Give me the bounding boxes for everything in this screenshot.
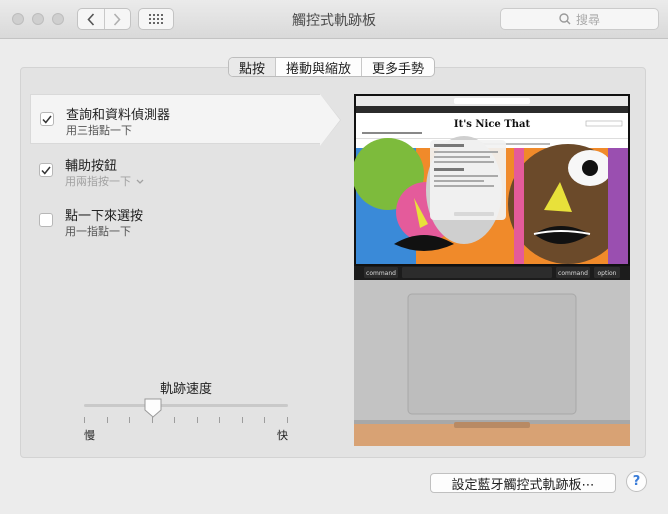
option-secondary-click[interactable]: 輔助按鈕 用兩指按一下 (30, 146, 320, 196)
title-bar: 觸控式軌跡板 搜尋 (0, 0, 668, 39)
slider-tick (197, 417, 198, 423)
search-field[interactable]: 搜尋 (500, 8, 659, 30)
tracking-speed-ticks (84, 417, 288, 423)
option-lookup-data-detectors[interactable]: 查詢和資料偵測器 用三指點一下 (30, 94, 320, 144)
setup-bluetooth-trackpad-button[interactable]: 設定藍牙觸控式軌跡板⋯ (430, 473, 616, 493)
search-icon (559, 13, 571, 25)
secondary-click-popup[interactable]: 用兩指按一下 (65, 173, 144, 189)
option-subtitle: 用一指點一下 (65, 223, 131, 239)
search-placeholder: 搜尋 (575, 12, 600, 27)
slider-tick (84, 417, 85, 423)
tracking-speed-label: 軌跡速度 (159, 382, 212, 397)
tracking-speed-thumb[interactable] (144, 398, 162, 418)
fast-label: 快 (277, 429, 288, 442)
lookup-checkbox[interactable] (40, 112, 54, 126)
slider-tick (242, 417, 243, 423)
option-tap-to-click[interactable]: 點一下來選按 用一指點一下 (30, 196, 320, 246)
checkmark-icon (42, 115, 52, 124)
option-subtitle-text: 用兩指按一下 (65, 175, 131, 188)
tap-to-click-checkbox[interactable] (39, 213, 53, 227)
chevron-down-icon (136, 179, 144, 184)
tab-bar: 點按 捲動與縮放 更多手勢 (228, 57, 436, 77)
option-subtitle-text: 用三指點一下 (66, 124, 132, 137)
option-subtitle-text: 用一指點一下 (65, 225, 131, 238)
slider-tick (129, 417, 130, 423)
selection-arrow (320, 94, 340, 146)
gesture-preview-image: It's Nice That command command option (354, 94, 630, 446)
slider-tick (219, 417, 220, 423)
slider-tick (107, 417, 108, 423)
option-title: 輔助按鈕 (65, 159, 118, 174)
tab-more-gestures[interactable]: 更多手勢 (361, 58, 434, 76)
option-key: option (598, 270, 617, 277)
tab-point-and-click[interactable]: 點按 (229, 58, 276, 76)
option-subtitle: 用三指點一下 (66, 122, 132, 138)
slider-tick (174, 417, 175, 423)
slider-tick (264, 417, 265, 423)
slow-label: 慢 (84, 429, 95, 442)
option-title: 查詢和資料偵測器 (66, 108, 171, 123)
preview-illustration: It's Nice That command command option (354, 94, 630, 446)
preview-site-name: It's Nice That (454, 119, 531, 130)
slider-tick (287, 417, 288, 423)
option-title: 點一下來選按 (65, 209, 144, 224)
help-button[interactable]: ? (626, 471, 647, 492)
checkmark-icon (41, 166, 51, 175)
secondary-click-checkbox[interactable] (39, 163, 53, 177)
command-key-right: command (558, 270, 588, 277)
tracking-speed-track[interactable] (84, 404, 288, 407)
tab-scroll-and-zoom[interactable]: 捲動與縮放 (275, 58, 361, 76)
command-key-left: command (366, 270, 396, 277)
